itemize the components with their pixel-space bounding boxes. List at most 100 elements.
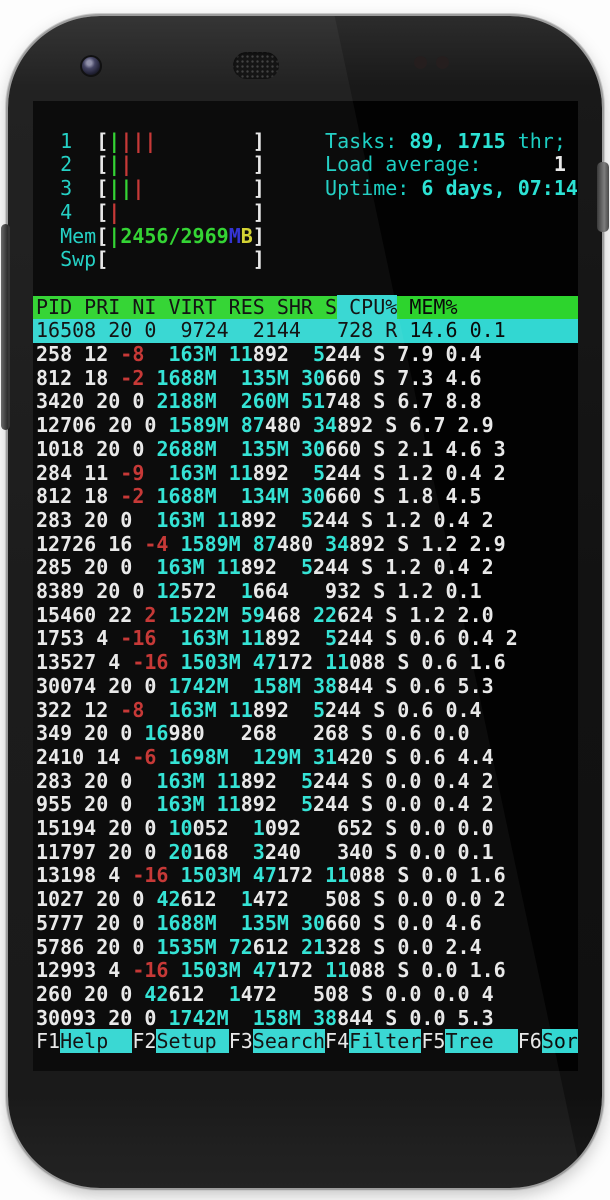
column-header-mempct: MEM% xyxy=(397,295,457,319)
fkey-f1-key[interactable]: F1 xyxy=(36,1029,60,1053)
process-row[interactable]: 13527 4 -16 1503M 47172 11088 S 0.6 1.6 xyxy=(33,651,578,675)
load-average-label: Load average: xyxy=(325,152,494,176)
process-row[interactable]: 812 18 -2 1688M 135M 30660 S 7.3 4.6 xyxy=(33,367,578,391)
mem-unit-m: M xyxy=(229,224,241,248)
column-header-cpupct: CPU% xyxy=(337,295,397,319)
process-row[interactable]: 1753 4 -16 163M 11892 5244 S 0.6 0.4 2 xyxy=(33,627,578,651)
meter-bar: | xyxy=(120,176,132,200)
column-header-ni: NI xyxy=(120,295,156,319)
meter-bracket: ] xyxy=(253,176,265,200)
mem-unit-b: B xyxy=(241,224,253,248)
process-row[interactable]: 283 20 0 163M 11892 5244 S 1.2 0.4 2 xyxy=(33,509,578,533)
process-row[interactable]: 15460 22 2 1522M 59468 22624 S 1.2 2.0 xyxy=(33,604,578,628)
phone-screenshot: 1 [|||| ] Tasks: 89, 1715 thr; 2 [|| ] L… xyxy=(0,0,610,1200)
fkey-f1-label[interactable]: Help xyxy=(60,1029,132,1053)
meter-row-4: 4 [| ] xyxy=(33,201,578,225)
meter-bar: | xyxy=(108,200,120,224)
meter-bar: | xyxy=(108,129,120,153)
column-header-s: S xyxy=(313,295,337,319)
meter-label: 4 xyxy=(36,200,96,224)
process-row[interactable]: 8389 20 0 12572 1664 932 S 1.2 0.1 xyxy=(33,580,578,604)
process-row[interactable]: 283 20 0 163M 11892 5244 S 0.0 0.4 2 xyxy=(33,770,578,794)
meter-bracket: [ xyxy=(96,176,108,200)
fkey-f2-key[interactable]: F2 xyxy=(132,1029,156,1053)
meter-bar: | xyxy=(120,129,132,153)
meter-bar: | xyxy=(132,176,144,200)
process-row[interactable]: 3420 20 0 2188M 260M 51748 S 6.7 8.8 xyxy=(33,390,578,414)
meter-label: 2 xyxy=(36,152,96,176)
process-row[interactable]: 5777 20 0 1688M 135M 30660 S 0.0 4.6 xyxy=(33,912,578,936)
mem-usage-text: 2456/2969 xyxy=(120,224,228,248)
meter-label: Swp xyxy=(36,247,96,271)
process-row[interactable]: 1018 20 0 2688M 135M 30660 S 2.1 4.6 3 xyxy=(33,438,578,462)
process-row[interactable]: 285 20 0 163M 11892 5244 S 1.2 0.4 2 xyxy=(33,556,578,580)
process-row-selected[interactable]: 16508 20 0 9724 2144 728 R 14.6 0.1 xyxy=(33,319,578,343)
process-row[interactable]: 258 12 -8 163M 11892 5244 S 7.9 0.4 xyxy=(33,343,578,367)
function-key-bar[interactable]: F1Help F2Setup F3SearchF4FilterF5Tree F6… xyxy=(33,1030,578,1054)
process-row[interactable]: 260 20 0 42612 1472 508 S 0.0 0.0 4 xyxy=(33,983,578,1007)
fkey-f5-label[interactable]: Tree xyxy=(445,1029,517,1053)
process-row[interactable]: 5786 20 0 1535M 72612 21328 S 0.0 2.4 xyxy=(33,936,578,960)
table-header-row: PID PRI NI VIRT RES SHR S CPU% MEM% xyxy=(33,296,578,320)
meter-row-3: 3 [||| ] Uptime: 6 days, 07:14 xyxy=(33,177,578,201)
process-row[interactable]: 30074 20 0 1742M 158M 38844 S 0.6 5.3 xyxy=(33,675,578,699)
process-row[interactable]: 12993 4 -16 1503M 47172 11088 S 0.0 1.6 xyxy=(33,959,578,983)
meter-bracket: [ xyxy=(96,224,108,248)
meter-bar: | xyxy=(120,152,132,176)
meter-bracket: [ xyxy=(96,247,108,271)
load-average-value: 1 xyxy=(554,152,566,176)
meter-bracket: [ xyxy=(96,200,108,224)
earpiece-speaker-icon xyxy=(233,52,279,79)
meter-bar: | xyxy=(108,224,120,248)
terminal-screen: 1 [|||| ] Tasks: 89, 1715 thr; 2 [|| ] L… xyxy=(33,101,578,1071)
column-header-res: RES xyxy=(217,295,265,319)
meter-bracket: [ xyxy=(96,152,108,176)
process-row[interactable]: 284 11 -9 163M 11892 5244 S 1.2 0.4 2 xyxy=(33,462,578,486)
meter-row-1: 1 [|||| ] Tasks: 89, 1715 thr; xyxy=(33,130,578,154)
meter-label: 1 xyxy=(36,129,96,153)
fkey-f3-label[interactable]: Search xyxy=(253,1029,325,1053)
fkey-f2-label[interactable]: Setup xyxy=(156,1029,228,1053)
process-row[interactable]: 1027 20 0 42612 1472 508 S 0.0 0.0 2 xyxy=(33,888,578,912)
process-row[interactable]: 349 20 0 16980 268 268 S 0.6 0.0 xyxy=(33,722,578,746)
fkey-f6-key[interactable]: F6 xyxy=(518,1029,542,1053)
uptime-label: Uptime: xyxy=(325,176,421,200)
process-row[interactable]: 812 18 -2 1688M 134M 30660 S 1.8 4.5 xyxy=(33,485,578,509)
meter-bar: | xyxy=(144,129,156,153)
meter-bar: | xyxy=(108,152,120,176)
column-header-pri: PRI xyxy=(72,295,120,319)
meter-bracket: ] xyxy=(253,200,265,224)
process-row[interactable]: 11797 20 0 20168 3240 340 S 0.0 0.1 xyxy=(33,841,578,865)
fkey-f3-key[interactable]: F3 xyxy=(229,1029,253,1053)
meter-row-swp: Swp[ ] xyxy=(33,248,578,272)
meter-row-2: 2 [|| ] Load average: 1 xyxy=(33,153,578,177)
ambient-sensor-icon xyxy=(436,56,449,69)
fkey-f4-key[interactable]: F4 xyxy=(325,1029,349,1053)
process-row[interactable]: 955 20 0 163M 11892 5244 S 0.0 0.4 2 xyxy=(33,793,578,817)
process-row[interactable]: 12706 20 0 1589M 87480 34892 S 6.7 2.9 xyxy=(33,414,578,438)
meter-bar: | xyxy=(132,129,144,153)
fkey-f5-key[interactable]: F5 xyxy=(421,1029,445,1053)
process-row[interactable]: 322 12 -8 163M 11892 5244 S 0.6 0.4 xyxy=(33,699,578,723)
process-row[interactable]: 2410 14 -6 1698M 129M 31420 S 0.6 4.4 xyxy=(33,746,578,770)
process-row[interactable]: 12726 16 -4 1589M 87480 34892 S 1.2 2.9 xyxy=(33,533,578,557)
process-row[interactable]: 30093 20 0 1742M 158M 38844 S 0.0 5.3 xyxy=(33,1007,578,1031)
fkey-f4-label[interactable]: Filter xyxy=(349,1029,421,1053)
tasks-suffix: thr; xyxy=(506,129,566,153)
column-header-pid: PID xyxy=(36,295,72,319)
meter-label: 3 xyxy=(36,176,96,200)
tasks-value: 89, 1715 xyxy=(409,129,505,153)
fkey-f6-label[interactable]: Sor xyxy=(542,1029,578,1053)
volume-button xyxy=(1,224,10,430)
process-row[interactable]: 13198 4 -16 1503M 47172 11088 S 0.0 1.6 xyxy=(33,864,578,888)
tasks-label: Tasks: xyxy=(325,129,409,153)
meter-bracket: [ xyxy=(96,129,108,153)
column-header-shr: SHR xyxy=(265,295,313,319)
uptime-value: 6 days, 07:14 xyxy=(421,176,578,200)
column-header-virt: VIRT xyxy=(156,295,216,319)
meter-row-mem: Mem[|2456/2969MB] xyxy=(33,225,578,249)
htop-terminal: 1 [|||| ] Tasks: 89, 1715 thr; 2 [|| ] L… xyxy=(33,101,578,1071)
process-row[interactable]: 15194 20 0 10052 1092 652 S 0.0 0.0 xyxy=(33,817,578,841)
proximity-sensor-icon xyxy=(414,56,427,69)
meter-bracket: ] xyxy=(253,247,265,271)
